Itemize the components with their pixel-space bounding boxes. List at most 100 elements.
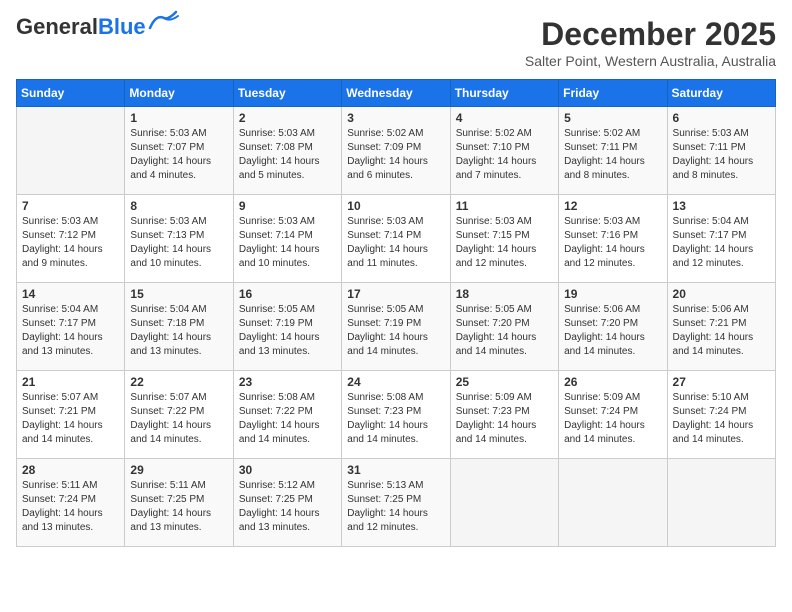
day-number: 5 [564,111,661,125]
day-info: Sunrise: 5:05 AM Sunset: 7:20 PM Dayligh… [456,303,553,359]
logo-bird-icon [148,10,180,37]
day-info: Sunrise: 5:08 AM Sunset: 7:22 PM Dayligh… [239,391,336,447]
day-info: Sunrise: 5:02 AM Sunset: 7:09 PM Dayligh… [347,127,444,183]
calendar-cell: 19 Sunrise: 5:06 AM Sunset: 7:20 PM Dayli… [559,283,667,371]
day-info: Sunrise: 5:02 AM Sunset: 7:10 PM Dayligh… [456,127,553,183]
calendar-cell [450,459,558,547]
calendar-cell: 3 Sunrise: 5:02 AM Sunset: 7:09 PM Daylig… [342,107,450,195]
day-number: 15 [130,287,227,301]
day-number: 29 [130,463,227,477]
calendar-week-row: 28 Sunrise: 5:11 AM Sunset: 7:24 PM Dayli… [17,459,776,547]
calendar-cell: 26 Sunrise: 5:09 AM Sunset: 7:24 PM Dayli… [559,371,667,459]
calendar-table: SundayMondayTuesdayWednesdayThursdayFrid… [16,79,776,547]
calendar-cell: 5 Sunrise: 5:02 AM Sunset: 7:11 PM Daylig… [559,107,667,195]
day-number: 26 [564,375,661,389]
day-number: 23 [239,375,336,389]
day-number: 25 [456,375,553,389]
day-info: Sunrise: 5:10 AM Sunset: 7:24 PM Dayligh… [673,391,770,447]
day-info: Sunrise: 5:02 AM Sunset: 7:11 PM Dayligh… [564,127,661,183]
weekday-header: Thursday [450,80,558,107]
day-number: 31 [347,463,444,477]
calendar-cell: 29 Sunrise: 5:11 AM Sunset: 7:25 PM Dayli… [125,459,233,547]
weekday-header: Friday [559,80,667,107]
weekday-header: Tuesday [233,80,341,107]
calendar-cell: 27 Sunrise: 5:10 AM Sunset: 7:24 PM Dayli… [667,371,775,459]
calendar-cell: 17 Sunrise: 5:05 AM Sunset: 7:19 PM Dayli… [342,283,450,371]
calendar-cell: 1Sunrise: 5:03 AM Sunset: 7:07 PM Daylig… [125,107,233,195]
day-info: Sunrise: 5:03 AM Sunset: 7:12 PM Dayligh… [22,215,119,271]
calendar-cell: 14 Sunrise: 5:04 AM Sunset: 7:17 PM Dayli… [17,283,125,371]
day-info: Sunrise: 5:12 AM Sunset: 7:25 PM Dayligh… [239,479,336,535]
day-number: 6 [673,111,770,125]
calendar-cell: 16Sunrise: 5:05 AM Sunset: 7:19 PM Dayli… [233,283,341,371]
logo-general: General [16,14,98,39]
calendar-cell: 7Sunrise: 5:03 AM Sunset: 7:12 PM Daylig… [17,195,125,283]
day-number: 28 [22,463,119,477]
calendar-cell: 8 Sunrise: 5:03 AM Sunset: 7:13 PM Daylig… [125,195,233,283]
title-block: December 2025 Salter Point, Western Aust… [525,16,776,69]
day-number: 11 [456,199,553,213]
calendar-cell: 12 Sunrise: 5:03 AM Sunset: 7:16 PM Dayli… [559,195,667,283]
weekday-header: Sunday [17,80,125,107]
day-number: 22 [130,375,227,389]
day-number: 14 [22,287,119,301]
day-number: 1 [130,111,227,125]
day-info: Sunrise: 5:06 AM Sunset: 7:20 PM Dayligh… [564,303,661,359]
calendar-cell [559,459,667,547]
calendar-cell: 11 Sunrise: 5:03 AM Sunset: 7:15 PM Dayli… [450,195,558,283]
day-number: 10 [347,199,444,213]
day-info: Sunrise: 5:06 AM Sunset: 7:21 PM Dayligh… [673,303,770,359]
day-number: 27 [673,375,770,389]
day-number: 19 [564,287,661,301]
day-info: Sunrise: 5:09 AM Sunset: 7:24 PM Dayligh… [564,391,661,447]
calendar-cell [667,459,775,547]
day-number: 4 [456,111,553,125]
calendar-week-row: 21 Sunrise: 5:07 AM Sunset: 7:21 PM Dayli… [17,371,776,459]
calendar-cell [17,107,125,195]
day-info: Sunrise: 5:03 AM Sunset: 7:14 PM Dayligh… [239,215,336,271]
page-header: GeneralBlue December 2025 Salter Point, … [16,16,776,69]
day-info: Sunrise: 5:11 AM Sunset: 7:25 PM Dayligh… [130,479,227,535]
day-info: Sunrise: 5:03 AM Sunset: 7:15 PM Dayligh… [456,215,553,271]
calendar-cell: 13Sunrise: 5:04 AM Sunset: 7:17 PM Dayli… [667,195,775,283]
day-number: 17 [347,287,444,301]
day-number: 8 [130,199,227,213]
calendar-week-row: 14 Sunrise: 5:04 AM Sunset: 7:17 PM Dayli… [17,283,776,371]
logo-blue: Blue [98,14,146,39]
calendar-cell: 18 Sunrise: 5:05 AM Sunset: 7:20 PM Dayli… [450,283,558,371]
calendar-cell: 21 Sunrise: 5:07 AM Sunset: 7:21 PM Dayli… [17,371,125,459]
day-info: Sunrise: 5:04 AM Sunset: 7:18 PM Dayligh… [130,303,227,359]
day-info: Sunrise: 5:03 AM Sunset: 7:16 PM Dayligh… [564,215,661,271]
day-number: 9 [239,199,336,213]
calendar-cell: 6Sunrise: 5:03 AM Sunset: 7:11 PM Daylig… [667,107,775,195]
day-info: Sunrise: 5:05 AM Sunset: 7:19 PM Dayligh… [347,303,444,359]
day-number: 30 [239,463,336,477]
calendar-cell: 30 Sunrise: 5:12 AM Sunset: 7:25 PM Dayli… [233,459,341,547]
month-title: December 2025 [525,16,776,53]
location: Salter Point, Western Australia, Austral… [525,53,776,69]
day-info: Sunrise: 5:07 AM Sunset: 7:22 PM Dayligh… [130,391,227,447]
calendar-cell: 15 Sunrise: 5:04 AM Sunset: 7:18 PM Dayli… [125,283,233,371]
calendar-cell: 2Sunrise: 5:03 AM Sunset: 7:08 PM Daylig… [233,107,341,195]
day-number: 21 [22,375,119,389]
weekday-header: Wednesday [342,80,450,107]
weekday-header: Monday [125,80,233,107]
calendar-cell: 22 Sunrise: 5:07 AM Sunset: 7:22 PM Dayli… [125,371,233,459]
day-number: 13 [673,199,770,213]
day-info: Sunrise: 5:04 AM Sunset: 7:17 PM Dayligh… [22,303,119,359]
calendar-week-row: 1Sunrise: 5:03 AM Sunset: 7:07 PM Daylig… [17,107,776,195]
calendar-cell: 23 Sunrise: 5:08 AM Sunset: 7:22 PM Dayli… [233,371,341,459]
day-info: Sunrise: 5:05 AM Sunset: 7:19 PM Dayligh… [239,303,336,359]
day-info: Sunrise: 5:13 AM Sunset: 7:25 PM Dayligh… [347,479,444,535]
calendar-cell: 25Sunrise: 5:09 AM Sunset: 7:23 PM Dayli… [450,371,558,459]
day-number: 3 [347,111,444,125]
day-info: Sunrise: 5:03 AM Sunset: 7:13 PM Dayligh… [130,215,227,271]
calendar-cell: 24Sunrise: 5:08 AM Sunset: 7:23 PM Dayli… [342,371,450,459]
calendar-cell: 20Sunrise: 5:06 AM Sunset: 7:21 PM Dayli… [667,283,775,371]
day-number: 18 [456,287,553,301]
weekday-header-row: SundayMondayTuesdayWednesdayThursdayFrid… [17,80,776,107]
day-info: Sunrise: 5:07 AM Sunset: 7:21 PM Dayligh… [22,391,119,447]
day-number: 12 [564,199,661,213]
day-info: Sunrise: 5:08 AM Sunset: 7:23 PM Dayligh… [347,391,444,447]
day-info: Sunrise: 5:11 AM Sunset: 7:24 PM Dayligh… [22,479,119,535]
